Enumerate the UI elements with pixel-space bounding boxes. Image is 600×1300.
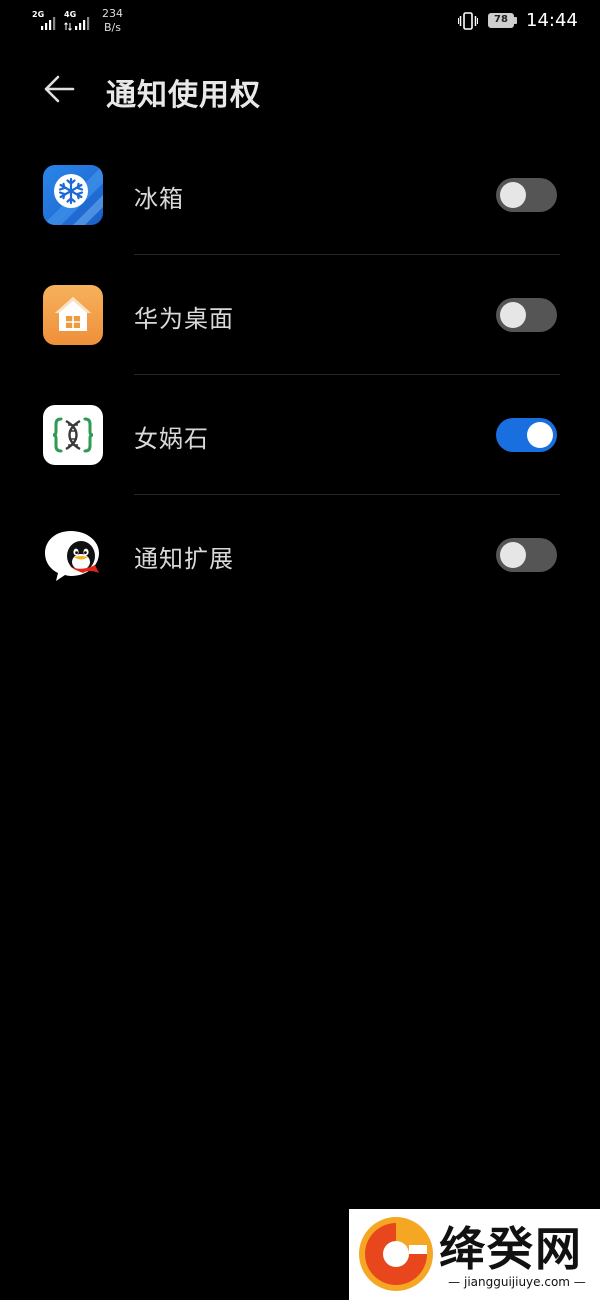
back-button[interactable] xyxy=(36,66,82,112)
penguin-icon xyxy=(43,525,103,585)
dna-icon xyxy=(43,405,103,465)
app-permission-list: 冰箱 华为桌面 女娲石 通知扩展 xyxy=(0,135,600,615)
battery-level: 78 xyxy=(488,13,514,28)
data-arrows-icon xyxy=(64,22,72,31)
toggle-knob xyxy=(527,422,553,448)
app-name-label: 女娲石 xyxy=(134,425,209,453)
network-speed: 234 B/s xyxy=(102,7,123,35)
signal-bars-icon xyxy=(75,17,90,30)
toggle-switch-nvwashi[interactable] xyxy=(496,418,557,452)
signal-bars-icon xyxy=(41,17,56,30)
watermark: 绛癸网 — jiangguijiuye.com — xyxy=(349,1209,600,1300)
back-arrow-icon xyxy=(44,75,75,103)
watermark-title: 绛癸网 xyxy=(439,1222,583,1276)
toggle-knob xyxy=(500,182,526,208)
toggle-knob xyxy=(500,542,526,568)
list-item-notification-extension[interactable]: 通知扩展 xyxy=(0,495,600,615)
list-item-huawei-launcher[interactable]: 华为桌面 xyxy=(0,255,600,375)
network-speed-unit: B/s xyxy=(104,21,121,34)
status-clock: 14:44 xyxy=(526,10,578,31)
signal-2g-indicator: 2G xyxy=(32,10,58,32)
watermark-url: — jiangguijiuye.com — xyxy=(448,1275,586,1289)
battery-indicator: 78 xyxy=(488,13,518,29)
toggle-switch-bingxiang[interactable] xyxy=(496,178,557,212)
signal-4g-indicator: 4G xyxy=(64,10,94,32)
toggle-knob xyxy=(500,302,526,328)
page-title: 通知使用权 xyxy=(106,78,261,113)
list-item-nvwashi[interactable]: 女娲石 xyxy=(0,375,600,495)
vibrate-icon xyxy=(458,12,478,30)
toggle-switch-huawei-launcher[interactable] xyxy=(496,298,557,332)
app-name-label: 通知扩展 xyxy=(134,545,234,573)
list-item-bingxiang[interactable]: 冰箱 xyxy=(0,135,600,255)
toggle-switch-notification-extension[interactable] xyxy=(496,538,557,572)
battery-tip xyxy=(514,17,517,24)
app-name-label: 冰箱 xyxy=(134,185,184,213)
snowflake-icon xyxy=(43,165,103,225)
app-name-label: 华为桌面 xyxy=(134,305,234,333)
watermark-logo-icon xyxy=(359,1217,433,1291)
house-icon xyxy=(43,285,103,345)
status-bar: 2G 4G 234 B/s 78 14:44 xyxy=(0,0,600,44)
network-speed-value: 234 xyxy=(102,7,123,20)
